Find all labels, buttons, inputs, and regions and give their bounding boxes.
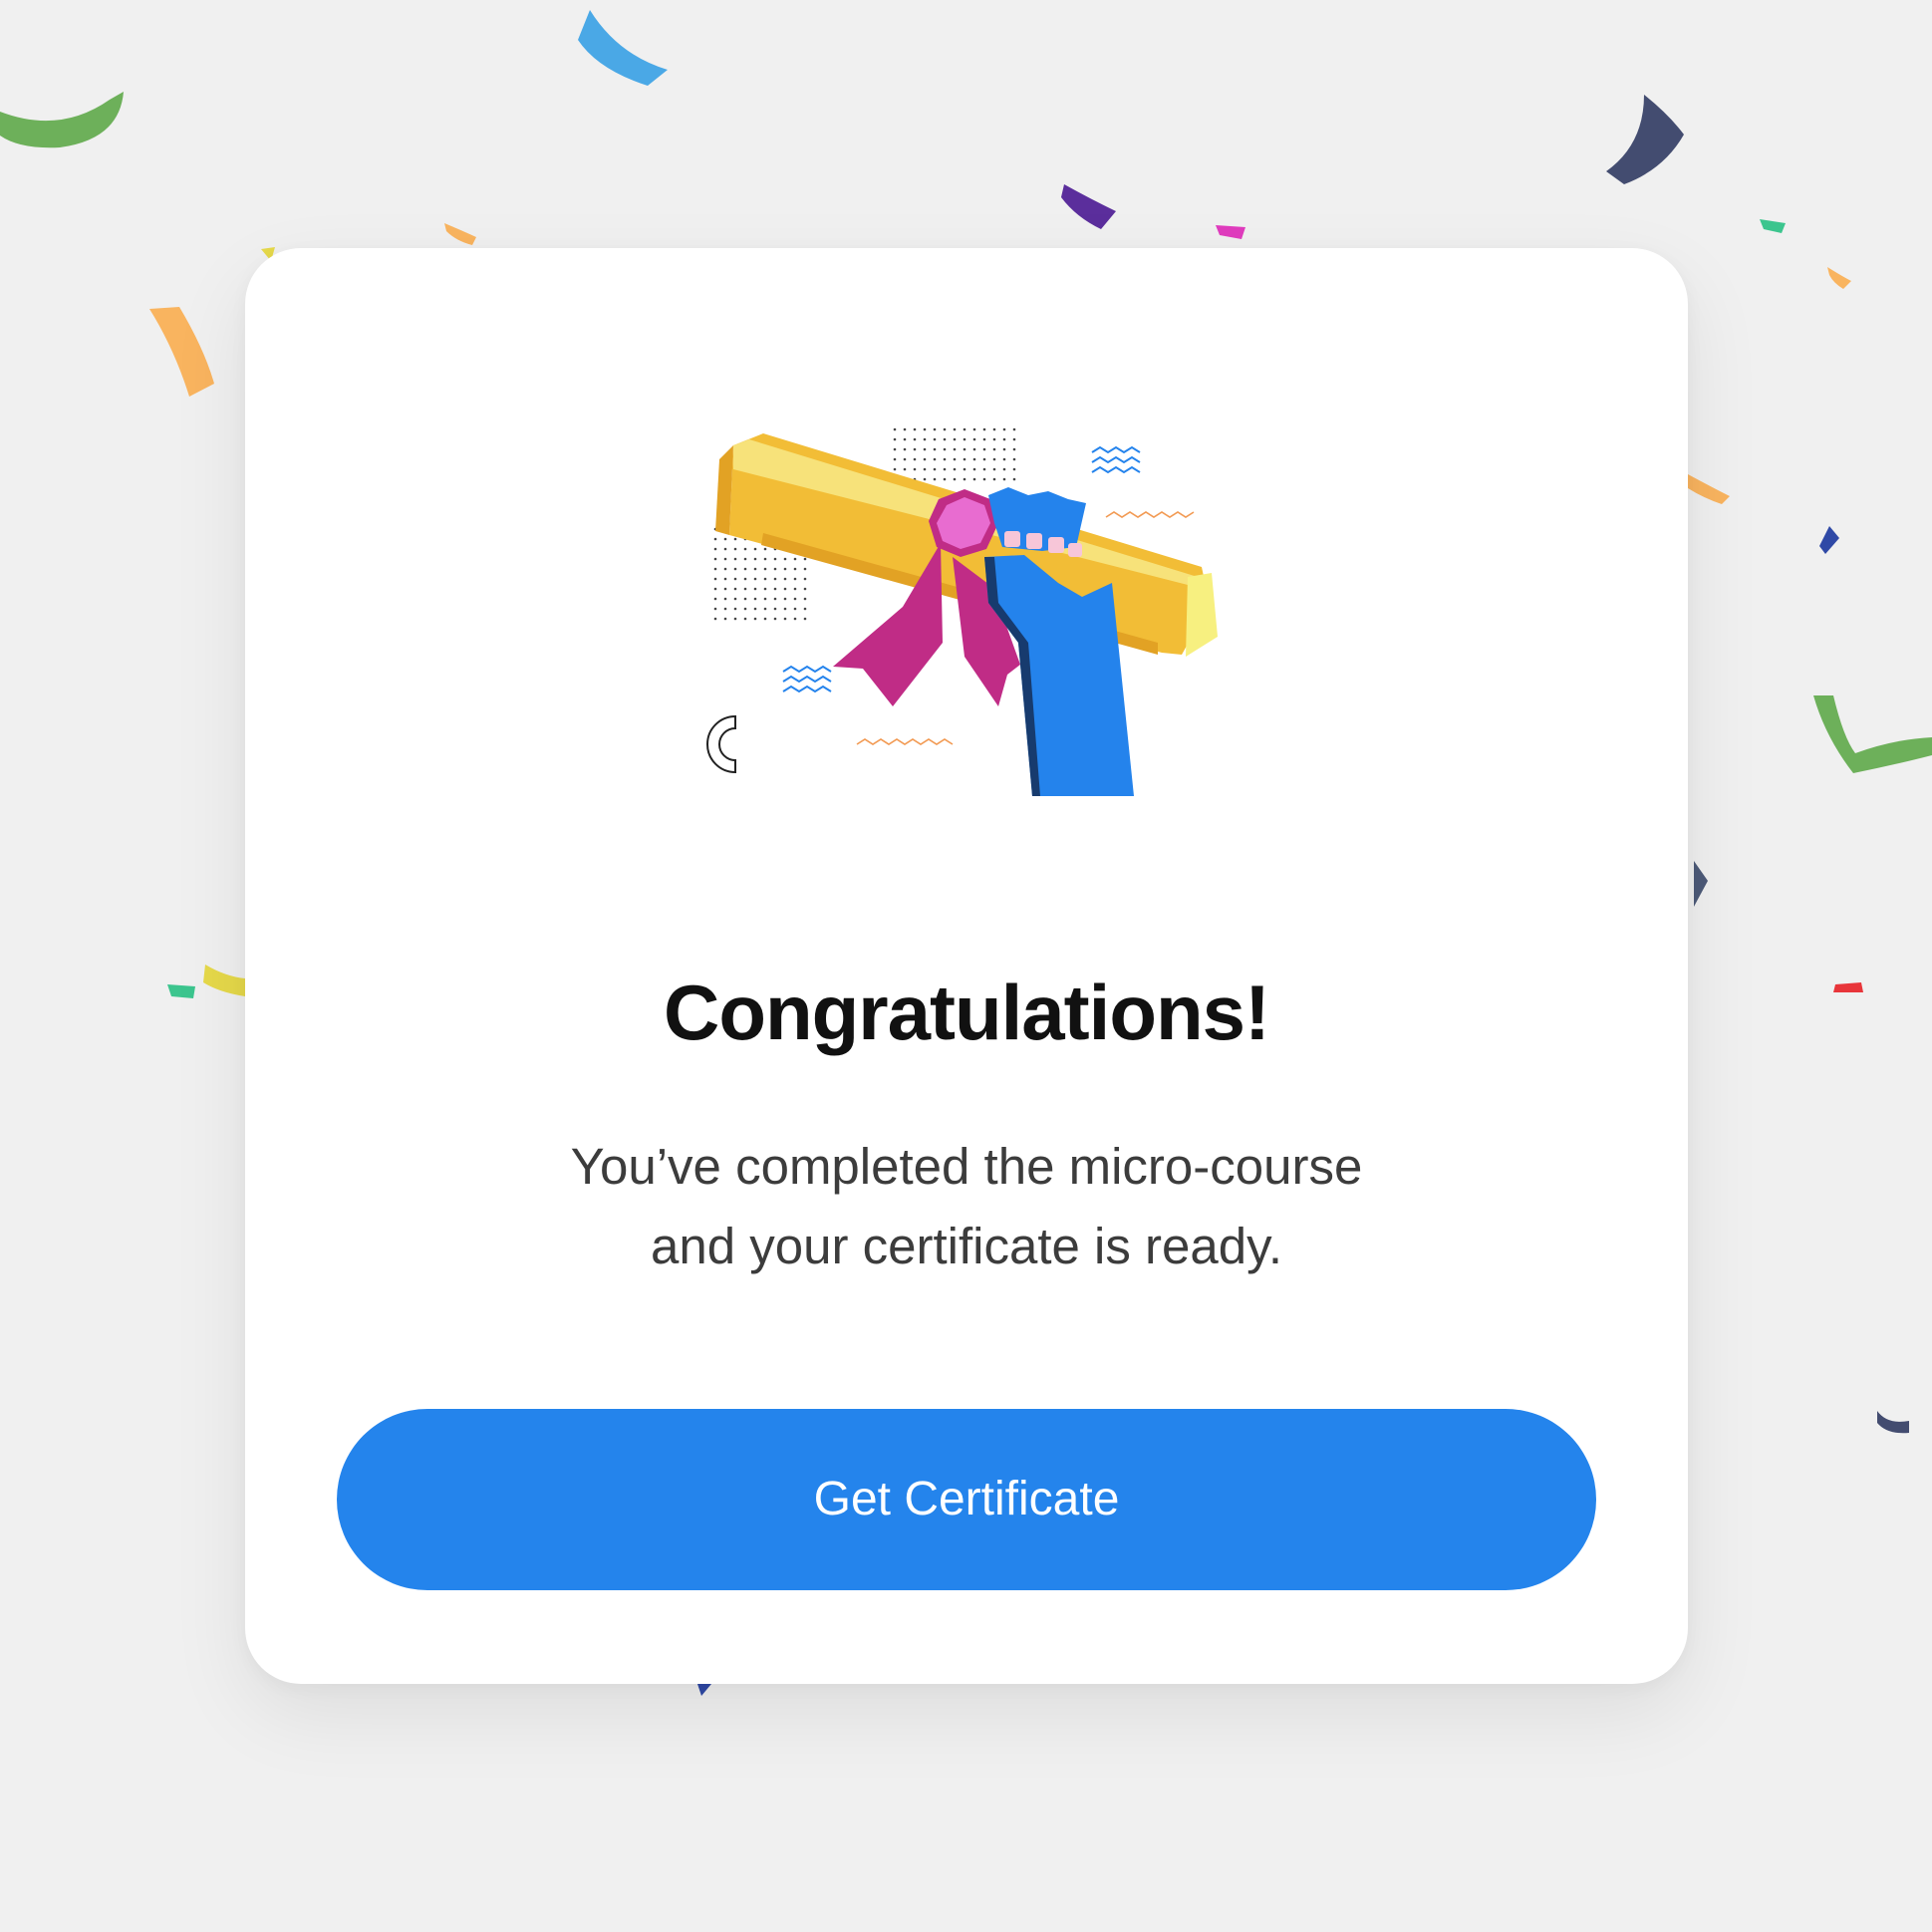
dialog-message-line-2: and your certificate is ready.	[650, 1218, 1282, 1274]
get-certificate-button[interactable]: Get Certificate	[337, 1409, 1596, 1590]
dialog-message-line-1: You’ve completed the micro-course	[570, 1138, 1363, 1195]
completion-card: Congratulations! You’ve completed the mi…	[245, 248, 1688, 1684]
diploma-in-hand-illustration	[706, 422, 1218, 796]
dialog-title: Congratulations!	[664, 968, 1270, 1056]
dialog-message: You’ve completed the micro-course and yo…	[518, 1127, 1415, 1286]
